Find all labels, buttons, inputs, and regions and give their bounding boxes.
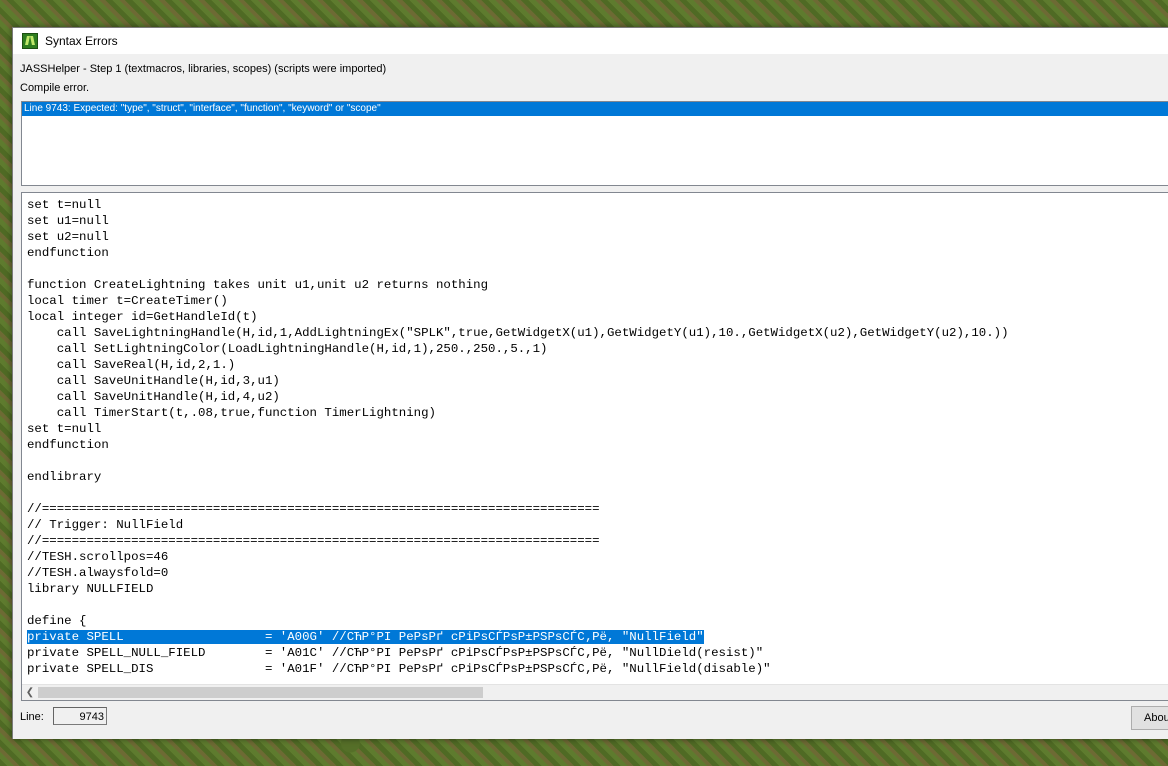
code-line[interactable]: private SPELL = 'A00G' //СЋР°РІ РеРѕРґ с… xyxy=(27,629,1168,645)
code-line-text: call SaveUnitHandle(H,id,3,u1) xyxy=(27,374,280,388)
code-line[interactable]: call SaveUnitHandle(H,id,3,u1) xyxy=(27,373,1168,389)
code-line-text: endlibrary xyxy=(27,470,102,484)
code-line[interactable]: endfunction xyxy=(27,437,1168,453)
code-line[interactable]: set t=null xyxy=(27,421,1168,437)
code-line-text: //TESH.alwaysfold=0 xyxy=(27,566,169,580)
code-line-text: local integer id=GetHandleId(t) xyxy=(27,310,258,324)
code-line[interactable]: call SetLightningColor(LoadLightningHand… xyxy=(27,341,1168,357)
code-line[interactable]: //TESH.scrollpos=46 xyxy=(27,549,1168,565)
code-line-text: private SPELL = 'A00G' //СЋР°РІ РеРѕРґ с… xyxy=(27,630,704,644)
code-line-text: set u1=null xyxy=(27,214,109,228)
code-line[interactable]: define { xyxy=(27,613,1168,629)
horizontal-scrollbar[interactable]: ❮ xyxy=(22,684,1168,700)
code-line[interactable]: private SPELL_NULL_FIELD = 'A01C' //СЋР°… xyxy=(27,645,1168,661)
code-line-text: //======================================… xyxy=(27,502,600,516)
code-line-text: define { xyxy=(27,614,87,628)
code-line[interactable] xyxy=(27,485,1168,501)
code-line[interactable]: private SPELL_DIS = 'A01F' //СЋР°РІ РеРѕ… xyxy=(27,661,1168,677)
scrollbar-thumb[interactable] xyxy=(38,687,483,698)
code-line[interactable]: call SaveUnitHandle(H,id,4,u2) xyxy=(27,389,1168,405)
code-line[interactable]: local integer id=GetHandleId(t) xyxy=(27,309,1168,325)
code-line-text: call SaveUnitHandle(H,id,4,u2) xyxy=(27,390,280,404)
code-line[interactable]: //TESH.alwaysfold=0 xyxy=(27,565,1168,581)
code-line[interactable]: // Trigger: NullField xyxy=(27,517,1168,533)
code-line[interactable]: local timer t=CreateTimer() xyxy=(27,293,1168,309)
code-line[interactable]: call SaveLightningHandle(H,id,1,AddLight… xyxy=(27,325,1168,341)
code-line-text: // Trigger: NullField xyxy=(27,518,184,532)
about-button[interactable]: About xyxy=(1131,706,1168,730)
code-line[interactable]: endlibrary xyxy=(27,469,1168,485)
code-text[interactable]: set t=null set u1=null set u2=null endfunct… xyxy=(22,193,1168,677)
code-line[interactable]: set t=null xyxy=(27,197,1168,213)
code-line[interactable] xyxy=(27,453,1168,469)
code-line-text: call TimerStart(t,.08,true,function Time… xyxy=(27,406,436,420)
code-line[interactable]: //======================================… xyxy=(27,533,1168,549)
code-line-text: endfunction xyxy=(27,246,109,260)
window-title: Syntax Errors xyxy=(45,34,118,48)
code-line-text: library NULLFIELD xyxy=(27,582,154,596)
code-line-text: endfunction xyxy=(27,438,109,452)
code-line-text: call SetLightningColor(LoadLightningHand… xyxy=(27,342,548,356)
status-result-text: Compile error. xyxy=(20,82,90,94)
error-list[interactable]: Line 9743: Expected: "type", "struct", "… xyxy=(21,101,1168,186)
code-viewer[interactable]: set t=null set u1=null set u2=null endfunct… xyxy=(21,192,1168,701)
code-line[interactable] xyxy=(27,261,1168,277)
code-line-text: set t=null xyxy=(27,422,102,436)
code-line[interactable]: set u2=null xyxy=(27,229,1168,245)
code-line[interactable]: call TimerStart(t,.08,true,function Time… xyxy=(27,405,1168,421)
line-number-field[interactable]: 9743 xyxy=(53,707,107,725)
status-step-text: JASSHelper - Step 1 (textmacros, librari… xyxy=(20,63,387,75)
code-line-text: //======================================… xyxy=(27,534,600,548)
code-line-text: call SaveLightningHandle(H,id,1,AddLight… xyxy=(27,326,1009,340)
code-line[interactable]: set u1=null xyxy=(27,213,1168,229)
code-line[interactable]: endfunction xyxy=(27,245,1168,261)
code-line-text: private SPELL_DIS = 'A01F' //СЋР°РІ РеРѕ… xyxy=(27,662,771,676)
code-line[interactable]: function CreateLightning takes unit u1,u… xyxy=(27,277,1168,293)
code-line-text: function CreateLightning takes unit u1,u… xyxy=(27,278,489,292)
jasshelper-app-icon xyxy=(22,33,38,49)
syntax-errors-window: Syntax Errors JASSHelper - Step 1 (textm… xyxy=(12,27,1168,739)
code-line-text: //TESH.scrollpos=46 xyxy=(27,550,169,564)
code-line-text: set t=null xyxy=(27,198,102,212)
code-line[interactable] xyxy=(27,597,1168,613)
code-line[interactable]: library NULLFIELD xyxy=(27,581,1168,597)
code-line-text: local timer t=CreateTimer() xyxy=(27,294,228,308)
line-label: Line: xyxy=(20,711,44,723)
code-line-text: set u2=null xyxy=(27,230,109,244)
error-list-item[interactable]: Line 9743: Expected: "type", "struct", "… xyxy=(22,102,1168,116)
code-line[interactable]: call SaveReal(H,id,2,1.) xyxy=(27,357,1168,373)
title-bar[interactable]: Syntax Errors xyxy=(13,28,1168,54)
scroll-left-arrow-icon[interactable]: ❮ xyxy=(25,686,35,699)
code-line-text: private SPELL_NULL_FIELD = 'A01C' //СЋР°… xyxy=(27,646,764,660)
code-line-text: call SaveReal(H,id,2,1.) xyxy=(27,358,236,372)
code-line[interactable]: //======================================… xyxy=(27,501,1168,517)
